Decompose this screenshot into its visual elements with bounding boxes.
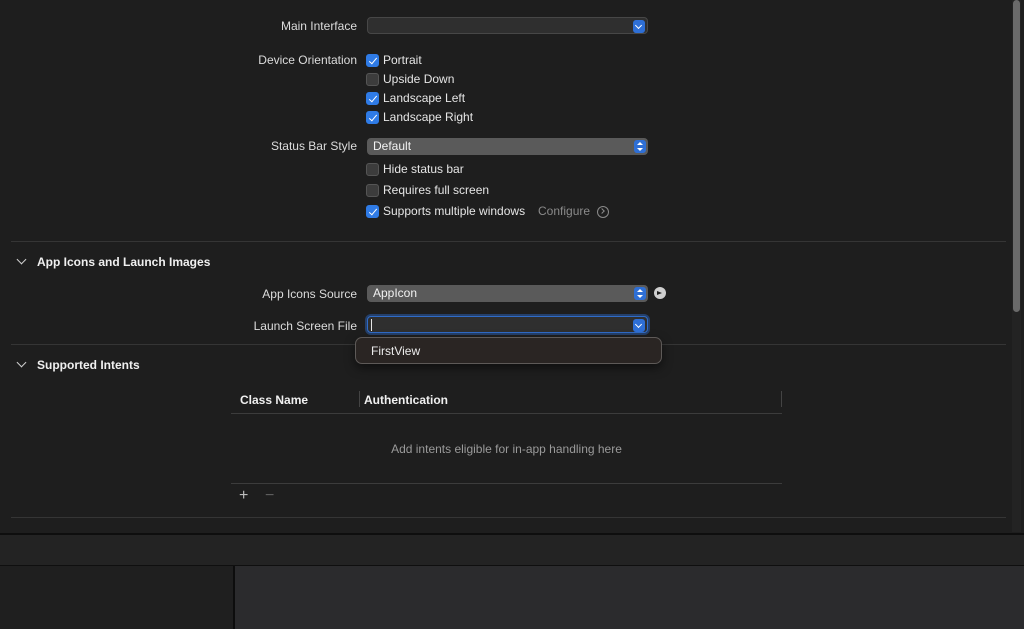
arrow-circle-right-icon[interactable] — [597, 206, 609, 218]
section-divider — [11, 241, 1006, 242]
table-header-divider — [231, 413, 782, 414]
landscape-left-label[interactable]: Landscape Left — [383, 91, 465, 105]
status-bar-style-popup[interactable]: Default — [367, 138, 648, 155]
app-icons-section-title[interactable]: App Icons and Launch Images — [37, 255, 210, 269]
up-down-arrows-icon — [634, 140, 646, 153]
main-interface-popup[interactable] — [367, 17, 648, 34]
go-to-arrow-icon[interactable] — [654, 287, 666, 299]
remove-button[interactable]: − — [265, 487, 274, 505]
status-bar-style-value: Default — [373, 139, 412, 153]
hide-status-bar-label[interactable]: Hide status bar — [383, 162, 464, 176]
section-divider — [11, 517, 1006, 518]
up-down-arrows-icon — [634, 287, 646, 300]
supported-intents-section-title[interactable]: Supported Intents — [37, 358, 140, 372]
chevron-down-icon[interactable] — [633, 319, 645, 332]
requires-full-screen-checkbox[interactable] — [366, 184, 379, 197]
landscape-left-checkbox[interactable] — [366, 92, 379, 105]
app-icons-source-popup[interactable]: AppIcon — [367, 285, 648, 302]
text-cursor — [371, 319, 372, 331]
debug-toolbar — [0, 535, 1024, 565]
column-divider — [359, 391, 360, 407]
dropdown-option-firstview[interactable]: FirstView — [371, 344, 420, 358]
table-footer-divider — [231, 483, 782, 484]
supports-multiple-windows-label[interactable]: Supports multiple windows — [383, 204, 525, 218]
launch-screen-file-label: Launch Screen File — [253, 319, 357, 333]
column-header-class-name[interactable]: Class Name — [240, 393, 308, 407]
portrait-checkbox[interactable] — [366, 54, 379, 67]
empty-table-message: Add intents eligible for in-app handling… — [391, 442, 622, 456]
status-bar-style-label: Status Bar Style — [270, 139, 357, 153]
app-icons-source-label: App Icons Source — [262, 287, 357, 301]
supports-multiple-windows-checkbox[interactable] — [366, 205, 379, 218]
upside-down-label[interactable]: Upside Down — [383, 72, 454, 86]
hide-status-bar-checkbox[interactable] — [366, 163, 379, 176]
column-divider — [781, 391, 782, 407]
launch-screen-file-combobox[interactable] — [367, 316, 648, 333]
configure-link[interactable]: Configure — [538, 204, 590, 218]
disclosure-chevron-icon[interactable] — [16, 357, 27, 368]
landscape-right-label[interactable]: Landscape Right — [383, 110, 473, 124]
disclosure-chevron-icon[interactable] — [16, 254, 27, 265]
console-pane[interactable] — [235, 566, 1024, 629]
chevron-down-icon — [633, 20, 645, 33]
app-icons-source-value: AppIcon — [373, 286, 418, 300]
main-interface-label: Main Interface — [280, 19, 357, 33]
scrollbar-thumb[interactable] — [1013, 0, 1020, 312]
landscape-right-checkbox[interactable] — [366, 111, 379, 124]
requires-full-screen-label[interactable]: Requires full screen — [383, 183, 489, 197]
device-orientation-label: Device Orientation — [258, 53, 357, 67]
column-header-authentication[interactable]: Authentication — [364, 393, 448, 407]
upside-down-checkbox[interactable] — [366, 73, 379, 86]
launch-screen-dropdown-menu: FirstView — [355, 337, 662, 364]
portrait-label[interactable]: Portrait — [383, 53, 422, 67]
add-button[interactable]: + — [239, 487, 248, 505]
variables-pane — [0, 566, 233, 629]
